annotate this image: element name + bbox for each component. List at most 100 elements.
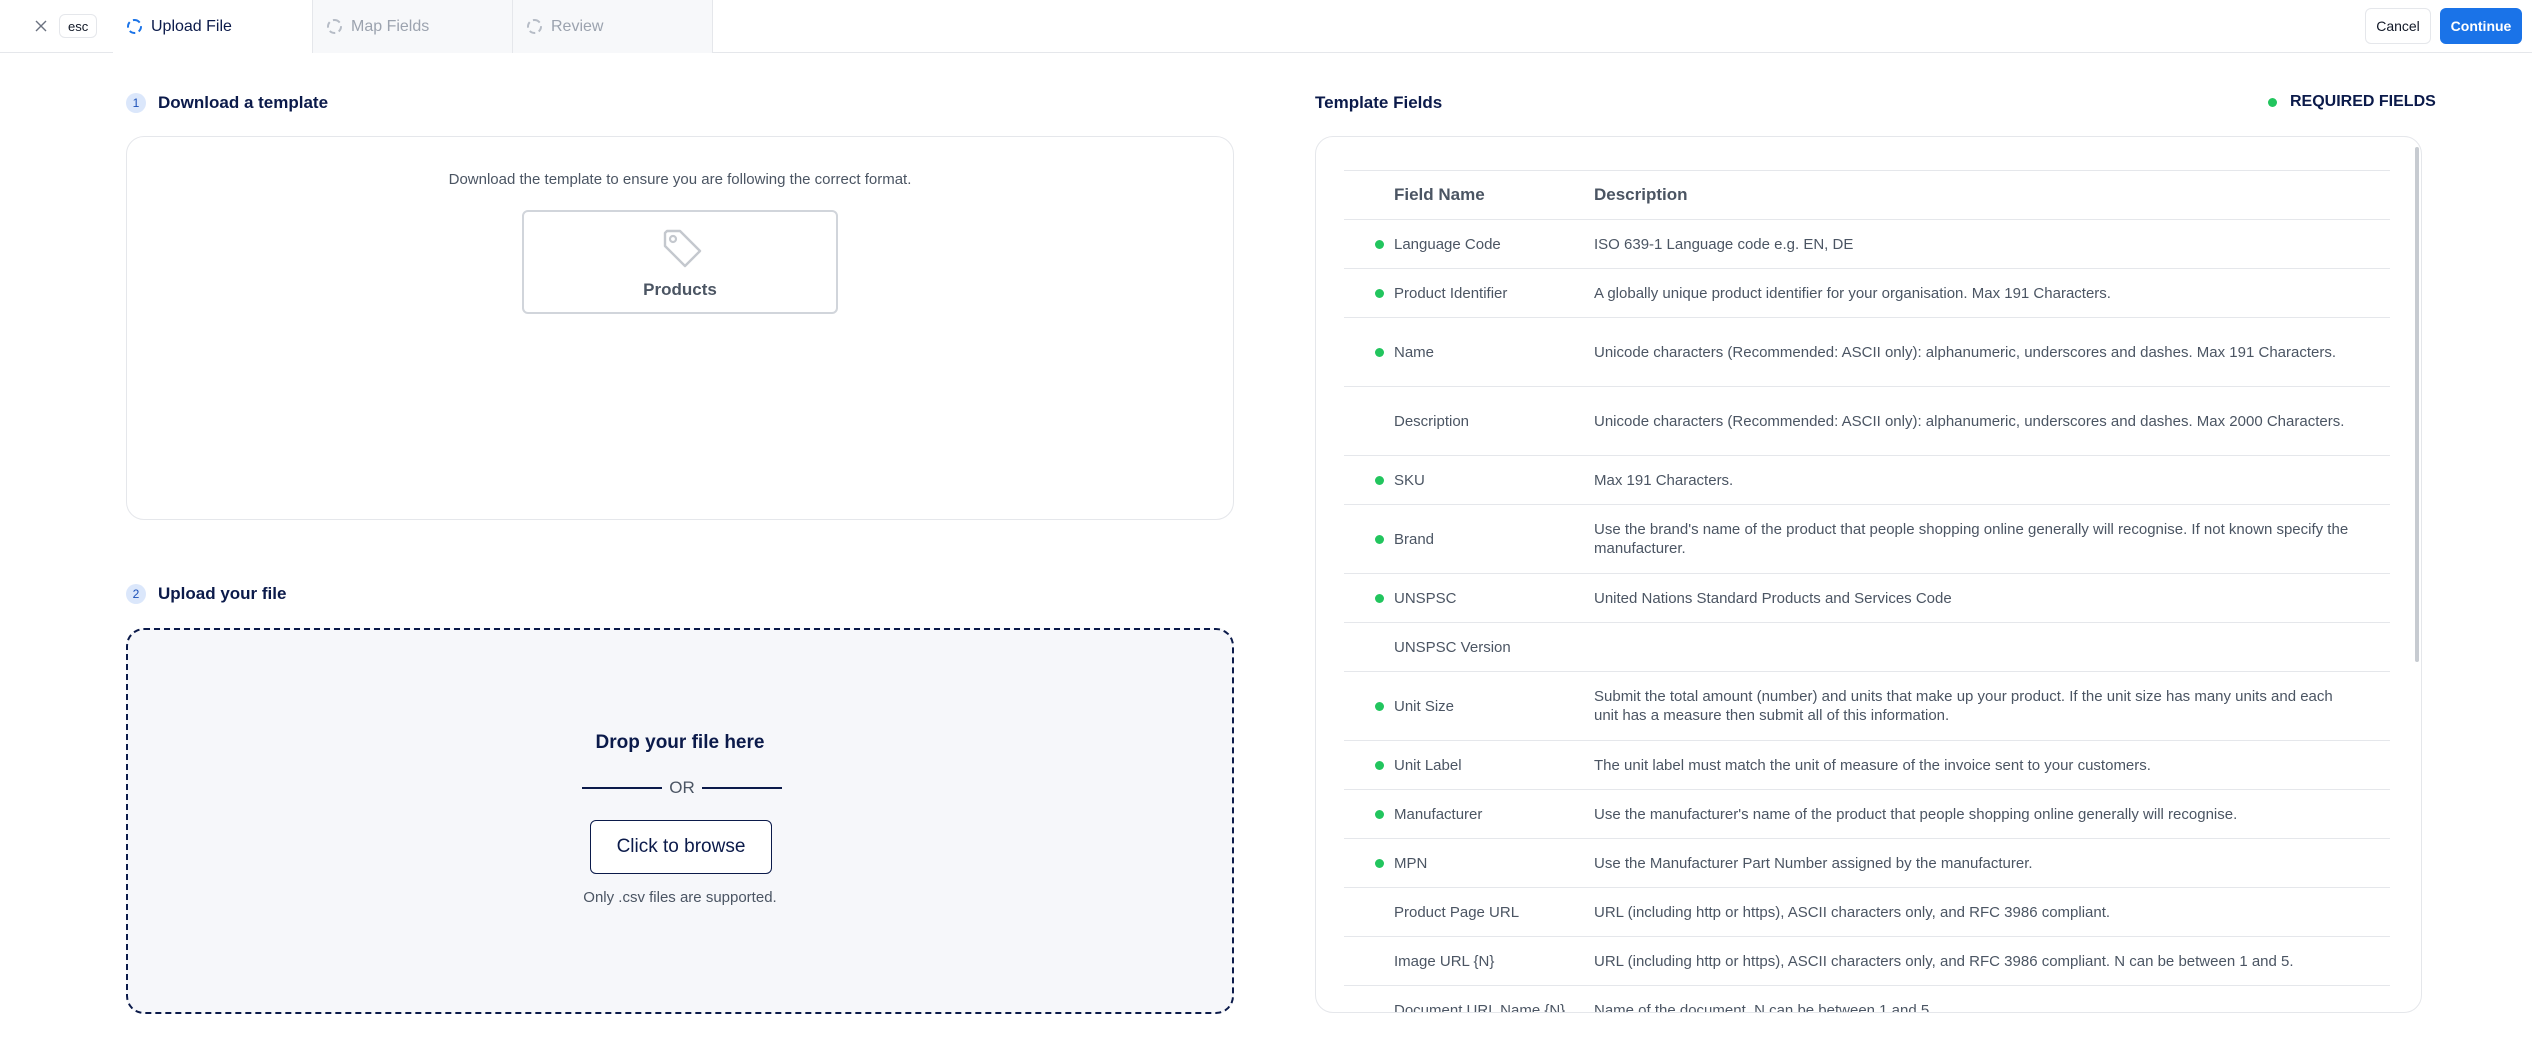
required-indicator-cell	[1344, 936, 1394, 986]
close-button[interactable]	[28, 13, 54, 39]
field-name-cell: Product Identifier	[1394, 268, 1594, 318]
fields-table-scroll[interactable]: Field Name Description Language Code ISO …	[1344, 170, 2390, 1012]
fields-table: Field Name Description Language Code ISO …	[1344, 170, 2390, 1012]
field-name-cell: Product Page URL	[1394, 887, 1594, 937]
field-description-cell: Unicode characters (Recommended: ASCII o…	[1594, 386, 2390, 456]
top-bar: esc Upload File Map Fields Review Cancel…	[0, 0, 2532, 53]
required-dot-icon	[1375, 701, 1384, 711]
column-header-description: Description	[1594, 170, 2390, 220]
field-description-cell: Use the Manufacturer Part Number assigne…	[1594, 838, 2390, 888]
required-dot-icon	[2268, 97, 2277, 107]
table-row: Language Code ISO 639-1 Language code e.g…	[1344, 219, 2390, 269]
header-spacer	[1344, 170, 1394, 220]
required-indicator-cell	[1344, 317, 1394, 387]
or-divider: OR	[582, 778, 782, 798]
field-description-cell: Submit the total amount (number) and uni…	[1594, 671, 2390, 741]
scrollbar-thumb[interactable]	[2415, 147, 2419, 662]
field-name-cell: Description	[1394, 386, 1594, 456]
required-indicator-cell	[1344, 671, 1394, 741]
section-title: Download a template	[158, 93, 329, 112]
field-description-cell: URL (including http or https), ASCII cha…	[1594, 887, 2390, 937]
stepper: Upload File Map Fields Review	[113, 0, 713, 53]
download-template-card: Download the template to ensure you are …	[126, 136, 1234, 520]
field-name-cell: Unit Label	[1394, 740, 1594, 790]
step-pending-icon	[327, 19, 342, 34]
template-fields-title: Template Fields	[1315, 93, 1443, 112]
field-description-cell: Use the brand's name of the product that…	[1594, 504, 2390, 574]
step-number-badge: 1	[126, 93, 146, 113]
table-row: Image URL {N} URL (including http or http…	[1344, 936, 2390, 986]
template-label: Products	[643, 280, 717, 299]
table-row: Product Identifier A globally unique prod…	[1344, 268, 2390, 318]
section-title: Upload your file	[158, 584, 287, 603]
table-row: Manufacturer Use the manufacturer's name …	[1344, 789, 2390, 839]
download-section-heading: 1 Download a template	[126, 93, 328, 113]
field-name-cell: Manufacturer	[1394, 789, 1594, 839]
required-indicator-cell	[1344, 573, 1394, 623]
required-indicator-cell	[1344, 455, 1394, 505]
required-dot-icon	[1375, 475, 1384, 485]
table-row: MPN Use the Manufacturer Part Number assi…	[1344, 838, 2390, 888]
field-description-cell: Unicode characters (Recommended: ASCII o…	[1594, 317, 2390, 387]
table-row: Brand Use the brand's name of the product…	[1344, 504, 2390, 574]
field-name-cell: Image URL {N}	[1394, 936, 1594, 986]
table-row: SKU Max 191 Characters.	[1344, 455, 2390, 505]
required-indicator-cell	[1344, 504, 1394, 574]
step-map-fields[interactable]: Map Fields	[313, 0, 513, 53]
divider-line	[582, 787, 662, 789]
required-indicator-cell	[1344, 386, 1394, 456]
table-row: Unit Label The unit label must match the …	[1344, 740, 2390, 790]
step-review[interactable]: Review	[513, 0, 713, 53]
field-name-cell: Language Code	[1394, 219, 1594, 269]
required-indicator-cell	[1344, 985, 1394, 1012]
step-label: Map Fields	[351, 17, 430, 35]
cancel-button[interactable]: Cancel	[2365, 8, 2431, 44]
field-name-cell: Unit Size	[1394, 671, 1594, 741]
fields-table-body: Language Code ISO 639-1 Language code e.g…	[1344, 219, 2390, 1012]
step-pending-icon	[527, 19, 542, 34]
column-header-field-name: Field Name	[1394, 170, 1594, 220]
field-description-cell: ISO 639-1 Language code e.g. EN, DE	[1594, 219, 2390, 269]
required-fields-legend: REQUIRED FIELDS	[2268, 93, 2436, 111]
required-indicator-cell	[1344, 268, 1394, 318]
table-row: Description Unicode characters (Recommend…	[1344, 386, 2390, 456]
file-drop-zone[interactable]: Drop your file here OR Click to browse O…	[126, 628, 1234, 1014]
field-description-cell: Use the manufacturer's name of the produ…	[1594, 789, 2390, 839]
required-indicator-cell	[1344, 789, 1394, 839]
divider-line	[702, 787, 782, 789]
table-row: Unit Size Submit the total amount (number…	[1344, 671, 2390, 741]
drop-title: Drop your file here	[595, 732, 765, 753]
field-name-cell: MPN	[1394, 838, 1594, 888]
step-number-badge: 2	[126, 584, 146, 604]
table-row: UNSPSC United Nations Standard Products a…	[1344, 573, 2390, 623]
or-text: OR	[669, 778, 695, 797]
table-row: Name Unicode characters (Recommended: ASC…	[1344, 317, 2390, 387]
field-description-cell: URL (including http or https), ASCII cha…	[1594, 936, 2390, 986]
step-upload-file[interactable]: Upload File	[113, 0, 313, 53]
required-dot-icon	[1375, 347, 1384, 357]
close-icon	[35, 20, 47, 32]
template-fields-card: Field Name Description Language Code ISO …	[1315, 136, 2422, 1013]
supported-formats-note: Only .csv files are supported.	[583, 889, 777, 906]
field-name-cell: Brand	[1394, 504, 1594, 574]
field-description-cell: The unit label must match the unit of me…	[1594, 740, 2390, 790]
table-header-row: Field Name Description	[1344, 170, 2390, 220]
required-dot-icon	[1375, 288, 1384, 298]
field-name-cell: UNSPSC	[1394, 573, 1594, 623]
step-progress-icon	[127, 19, 142, 34]
upload-section-heading: 2 Upload your file	[126, 584, 286, 604]
step-label: Review	[551, 17, 604, 35]
required-indicator-cell	[1344, 740, 1394, 790]
required-indicator-cell	[1344, 887, 1394, 937]
products-template-download[interactable]: Products	[522, 210, 838, 314]
field-description-cell	[1594, 622, 2390, 672]
table-row: Product Page URL URL (including http or h…	[1344, 887, 2390, 937]
field-name-cell: SKU	[1394, 455, 1594, 505]
table-row: Document URL Name {N} Name of the documen…	[1344, 985, 2390, 1012]
required-dot-icon	[1375, 809, 1384, 819]
continue-button[interactable]: Continue	[2440, 8, 2522, 44]
step-label: Upload File	[151, 17, 232, 35]
tag-icon	[663, 229, 702, 268]
esc-key-hint: esc	[59, 14, 98, 38]
browse-button[interactable]: Click to browse	[590, 820, 772, 874]
